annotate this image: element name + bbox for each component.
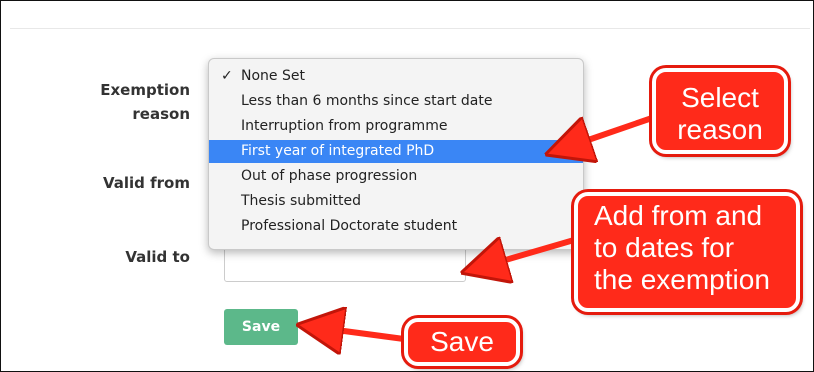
callout-line: Add from and	[594, 200, 763, 231]
option-label: None Set	[241, 68, 305, 84]
dropdown-option-professional-doctorate[interactable]: Professional Doctorate student	[209, 215, 583, 238]
callout-select-reason: Select reason	[652, 68, 788, 154]
exemption-reason-dropdown[interactable]: ✓ None Set Less than 6 months since star…	[208, 58, 584, 250]
option-label: Professional Doctorate student	[241, 218, 458, 234]
form-top-divider	[10, 6, 810, 29]
dropdown-option-less-than-6-months[interactable]: Less than 6 months since start date	[209, 90, 583, 113]
dropdown-option-out-of-phase[interactable]: Out of phase progression	[209, 165, 583, 188]
callout-save: Save	[404, 318, 520, 366]
callout-line: Select	[681, 82, 759, 113]
callout-line: Save	[430, 326, 494, 357]
callout-line: to dates for	[594, 232, 735, 263]
option-label: First year of integrated PhD	[241, 143, 435, 159]
dropdown-option-none-set[interactable]: ✓ None Set	[209, 65, 583, 88]
option-label: Interruption from programme	[241, 118, 448, 134]
option-label: Thesis submitted	[241, 193, 362, 209]
dropdown-option-first-year-integrated-phd[interactable]: First year of integrated PhD	[209, 140, 583, 163]
callout-line: the exemption	[594, 264, 770, 295]
option-label: Out of phase progression	[241, 168, 418, 184]
valid-to-label: Valid to	[125, 248, 190, 266]
dropdown-option-interruption[interactable]: Interruption from programme	[209, 115, 583, 138]
exemption-reason-label: Exemption reason	[60, 78, 190, 126]
exemption-label-line2: reason	[132, 105, 190, 123]
option-label: Less than 6 months since start date	[241, 93, 493, 109]
save-button[interactable]: Save	[224, 309, 298, 345]
check-icon: ✓	[221, 68, 233, 84]
valid-from-label: Valid from	[102, 174, 190, 192]
callout-add-dates: Add from and to dates for the exemption	[574, 192, 800, 312]
exemption-label-line1: Exemption	[100, 81, 190, 99]
callout-line: reason	[677, 114, 763, 145]
dropdown-option-thesis-submitted[interactable]: Thesis submitted	[209, 190, 583, 213]
